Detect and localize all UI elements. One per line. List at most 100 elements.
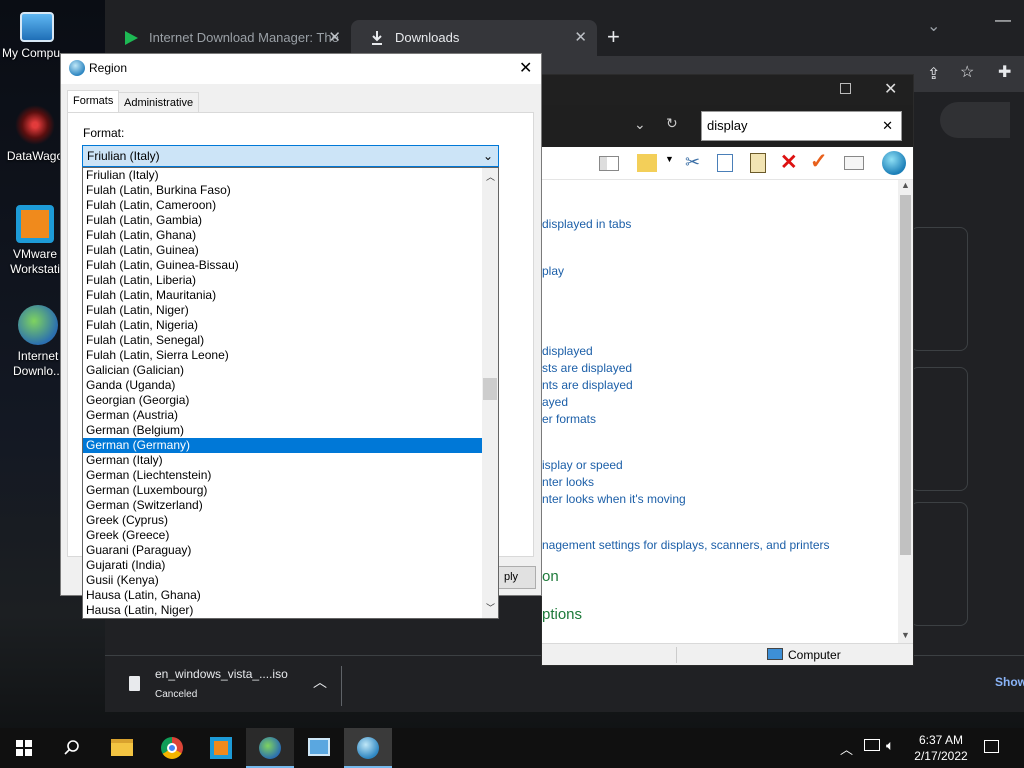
format-option[interactable]: German (Luxembourg) <box>83 483 482 498</box>
result-link[interactable]: isplay or speed <box>542 458 623 472</box>
result-link[interactable]: nter looks <box>542 475 594 489</box>
scroll-up-arrow[interactable]: ▲ <box>901 180 910 190</box>
taskbar-region[interactable] <box>344 728 392 768</box>
format-option[interactable]: Gujarati (India) <box>83 558 482 573</box>
format-option[interactable]: Greek (Greece) <box>83 528 482 543</box>
format-option[interactable]: Fulah (Latin, Liberia) <box>83 273 482 288</box>
chevron-up-icon[interactable]: ︿ <box>313 672 327 692</box>
format-option[interactable]: Galician (Galician) <box>83 363 482 378</box>
share-icon[interactable]: ⇪ <box>927 64 940 84</box>
clock[interactable]: 6:37 AM 2/17/2022 <box>910 732 972 764</box>
format-option[interactable]: German (Italy) <box>83 453 482 468</box>
notification-icon[interactable] <box>984 740 999 753</box>
format-option[interactable]: German (Liechtenstein) <box>83 468 482 483</box>
close-icon[interactable]: ✕ <box>574 20 587 56</box>
copy-icon[interactable] <box>717 154 733 172</box>
properties-icon[interactable] <box>844 156 864 170</box>
download-item[interactable]: en_windows_vista_....iso Canceled <box>155 667 335 700</box>
checkmark-icon[interactable]: ✓ <box>810 149 828 174</box>
format-option[interactable]: Friulian (Italy) <box>83 168 482 183</box>
result-link[interactable]: displayed in tabs <box>542 217 631 231</box>
format-option[interactable]: Fulah (Latin, Burkina Faso) <box>83 183 482 198</box>
result-link[interactable]: nts are displayed <box>542 378 633 392</box>
taskbar-idm[interactable] <box>246 728 294 768</box>
format-option[interactable]: Hausa (Latin, Niger) <box>83 603 482 618</box>
paste-icon[interactable] <box>750 153 766 173</box>
pane-icon[interactable] <box>599 156 619 171</box>
scroll-up-arrow[interactable]: ︿ <box>486 170 495 183</box>
tab-administrative[interactable]: Administrative <box>118 92 200 113</box>
extensions-icon[interactable]: ✚ <box>998 62 1011 82</box>
star-icon[interactable]: ☆ <box>960 62 974 82</box>
clear-search-icon[interactable]: ✕ <box>882 112 893 140</box>
format-option[interactable]: German (Belgium) <box>83 423 482 438</box>
minimize-icon[interactable]: — <box>995 12 1011 30</box>
chevron-down-icon[interactable]: ▼ <box>665 154 674 164</box>
format-option[interactable]: Greek (Cyprus) <box>83 513 482 528</box>
format-option[interactable]: German (Germany) <box>83 438 482 453</box>
format-option[interactable]: German (Switzerland) <box>83 498 482 513</box>
scroll-thumb[interactable] <box>900 195 911 555</box>
taskbar-control-panel[interactable] <box>295 728 343 768</box>
format-option[interactable]: Fulah (Latin, Ghana) <box>83 228 482 243</box>
folder-view-icon[interactable] <box>637 154 657 172</box>
format-option[interactable]: Fulah (Latin, Gambia) <box>83 213 482 228</box>
cut-icon[interactable]: ✂ <box>685 152 700 173</box>
format-option[interactable]: Gusii (Kenya) <box>83 573 482 588</box>
format-option[interactable]: Fulah (Latin, Mauritania) <box>83 288 482 303</box>
tab-downloads[interactable]: Downloads ✕ <box>351 20 597 56</box>
result-link[interactable]: play <box>542 264 564 278</box>
maximize-icon[interactable] <box>840 83 851 94</box>
result-link[interactable]: nagement settings for displays, scanners… <box>542 538 829 552</box>
scroll-down-arrow[interactable]: ﹀ <box>486 601 495 614</box>
chevron-up-icon[interactable]: ︿ <box>840 739 853 758</box>
new-tab-button[interactable]: + <box>607 24 620 50</box>
format-option[interactable]: Fulah (Latin, Senegal) <box>83 333 482 348</box>
format-option[interactable]: Georgian (Georgia) <box>83 393 482 408</box>
format-option[interactable]: Fulah (Latin, Guinea-Bissau) <box>83 258 482 273</box>
format-option[interactable]: Fulah (Latin, Niger) <box>83 303 482 318</box>
chevron-down-icon[interactable]: ⌄ <box>927 16 940 36</box>
result-category[interactable]: on <box>542 568 559 585</box>
format-option[interactable]: Fulah (Latin, Guinea) <box>83 243 482 258</box>
explorer-scrollbar[interactable]: ▲ ▼ <box>898 180 913 643</box>
format-dropdown[interactable]: Friulian (Italy) ⌄ <box>82 145 499 167</box>
result-category[interactable]: ptions <box>542 606 582 623</box>
scroll-thumb[interactable] <box>483 378 497 400</box>
search-downloads-field[interactable] <box>940 102 1010 138</box>
search-input[interactable]: display ✕ <box>701 111 902 141</box>
tab-idm[interactable]: Internet Download Manager: The ✕ <box>105 20 351 56</box>
format-option[interactable]: Hausa (Latin, Ghana) <box>83 588 482 603</box>
close-icon[interactable]: ✕ <box>884 79 897 99</box>
search-button[interactable] <box>48 728 96 768</box>
result-link[interactable]: ayed <box>542 395 568 409</box>
list-scrollbar[interactable]: ︿ ﹀ <box>482 168 498 618</box>
result-link[interactable]: sts are displayed <box>542 361 632 375</box>
globe-icon[interactable] <box>882 151 906 175</box>
format-option[interactable]: Fulah (Latin, Nigeria) <box>83 318 482 333</box>
network-icon[interactable] <box>864 739 880 751</box>
delete-icon[interactable]: ✕ <box>780 150 798 175</box>
tab-formats[interactable]: Formats <box>67 90 120 113</box>
result-link[interactable]: displayed <box>542 344 593 358</box>
volume-icon[interactable]: 🔈︎ <box>886 737 894 754</box>
result-link[interactable]: nter looks when it's moving <box>542 492 686 506</box>
start-button[interactable] <box>0 728 48 768</box>
taskbar-chrome[interactable] <box>148 728 196 768</box>
close-icon[interactable]: ✕ <box>328 20 341 56</box>
format-option[interactable]: Ganda (Uganda) <box>83 378 482 393</box>
result-link[interactable]: er formats <box>542 412 596 426</box>
format-options-list[interactable]: Friulian (Italy) Fulah (Latin, Burkina Fa… <box>82 167 499 619</box>
close-icon[interactable]: ✕ <box>519 58 532 78</box>
taskbar-file-explorer[interactable] <box>98 728 146 768</box>
format-option[interactable]: Guarani (Paraguay) <box>83 543 482 558</box>
format-option[interactable]: Fulah (Latin, Sierra Leone) <box>83 348 482 363</box>
format-option[interactable]: Fulah (Latin, Cameroon) <box>83 198 482 213</box>
show-all-link[interactable]: Show <box>995 675 1024 689</box>
refresh-icon[interactable]: ↻ <box>666 115 678 132</box>
chevron-down-icon[interactable]: ⌄ <box>634 116 646 133</box>
scroll-down-arrow[interactable]: ▼ <box>901 630 910 640</box>
taskbar-vmware[interactable] <box>197 728 245 768</box>
explorer-status-bar: Computer <box>542 643 913 665</box>
format-option[interactable]: German (Austria) <box>83 408 482 423</box>
